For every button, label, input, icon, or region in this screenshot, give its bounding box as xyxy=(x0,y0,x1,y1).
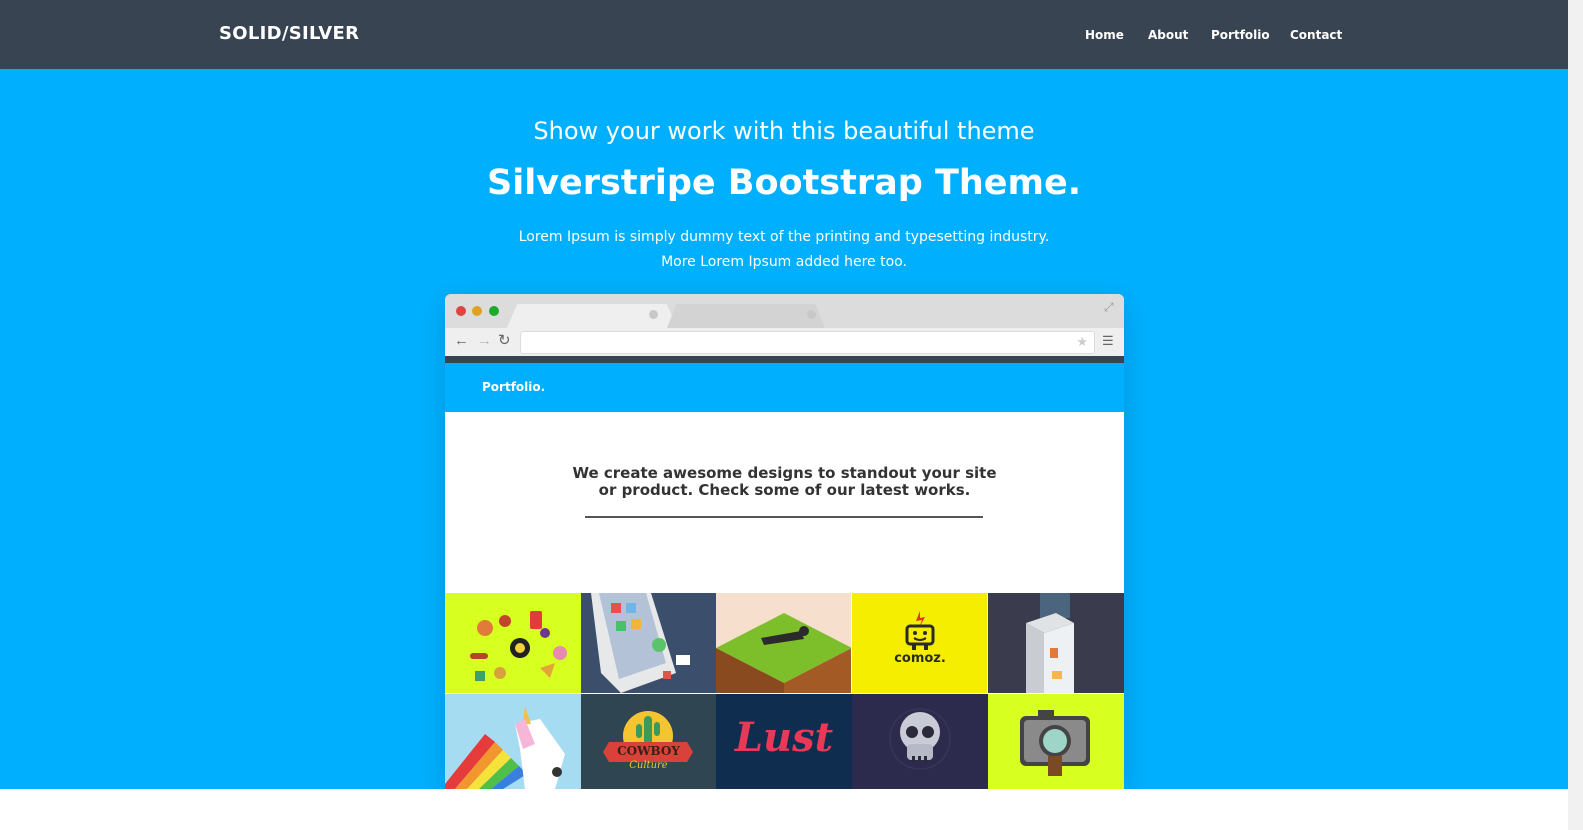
portfolio-tile-lust: Lust xyxy=(716,694,852,789)
culture-text: Culture xyxy=(629,760,668,771)
mockup-brand: Portfolio. xyxy=(482,380,546,394)
portfolio-tile-cowboy: COWBOY Culture xyxy=(581,694,716,789)
mockup-divider xyxy=(585,516,983,518)
reload-icon: ↻ xyxy=(498,332,511,349)
robot-logo-icon xyxy=(905,611,935,650)
camera-icon xyxy=(1020,710,1090,776)
mockup-intro: We create awesome designs to standout yo… xyxy=(445,412,1124,593)
hero-subtitle: Show your work with this beautiful theme xyxy=(533,117,1035,145)
tab-close-icon xyxy=(649,310,658,319)
portfolio-tile-fridge xyxy=(988,593,1124,693)
address-bar: ★ xyxy=(520,331,1095,354)
mockup-heading: We create awesome designs to standout yo… xyxy=(445,465,1124,499)
forward-arrow-icon: → xyxy=(477,332,492,349)
browser-toolbar: ← → ↻ ★ ☰ xyxy=(445,328,1124,356)
landscape-icon xyxy=(716,613,851,693)
nav-portfolio[interactable]: Portfolio xyxy=(1211,28,1270,42)
page-scrollbar[interactable] xyxy=(1568,0,1583,830)
portfolio-tile-hill xyxy=(716,593,851,693)
mockup-dark-strip xyxy=(445,356,1124,363)
cowboy-text: COWBOY xyxy=(617,744,680,758)
minimize-dot-icon xyxy=(472,306,482,316)
hero-title: Silverstripe Bootstrap Theme. xyxy=(486,163,1082,203)
cactus-badge-icon xyxy=(603,711,693,762)
mockup-navbar: Portfolio. xyxy=(445,363,1124,412)
hero-paragraph-line-2: More Lorem Ipsum added here too. xyxy=(661,254,907,270)
browser-tab-inactive xyxy=(667,304,825,328)
portfolio-tile-skull xyxy=(852,694,988,789)
maximize-dot-icon xyxy=(489,306,499,316)
tab-close-icon xyxy=(807,310,816,319)
nav-home[interactable]: Home xyxy=(1085,28,1124,42)
top-navbar: SOLID/SILVER Home About Portfolio Contac… xyxy=(0,0,1568,69)
portfolio-tile-comoz: comoz. xyxy=(852,593,987,693)
back-arrow-icon: ← xyxy=(454,332,469,349)
unicorn-icon xyxy=(445,706,565,789)
browser-tab-active xyxy=(507,304,677,328)
nav-contact[interactable]: Contact xyxy=(1290,28,1342,42)
nav-about[interactable]: About xyxy=(1148,28,1188,42)
mockup-heading-line-2: or product. Check some of our latest wor… xyxy=(598,481,971,499)
browser-tab-bar: ⤢ xyxy=(445,294,1124,328)
portfolio-tile-food xyxy=(445,593,581,693)
portfolio-grid: comoz. COWBOY Culture Lust xyxy=(445,593,1124,789)
refrigerator-icon xyxy=(1026,593,1074,693)
portfolio-tile-unicorn xyxy=(445,694,581,789)
lust-script-text: Lust xyxy=(734,714,834,761)
close-dot-icon xyxy=(456,306,466,316)
comoz-logo-text: comoz. xyxy=(894,651,946,666)
skull-icon xyxy=(889,708,951,770)
portfolio-tile-camera xyxy=(988,694,1124,789)
portfolio-tile-phone xyxy=(581,593,716,693)
hero-section: Show your work with this beautiful theme… xyxy=(0,69,1568,789)
hero-paragraph-line-1: Lorem Ipsum is simply dummy text of the … xyxy=(518,229,1050,245)
smartphone-icon xyxy=(591,593,690,693)
mockup-heading-line-1: We create awesome designs to standout yo… xyxy=(572,464,997,482)
expand-icon: ⤢ xyxy=(1104,300,1114,314)
star-icon: ★ xyxy=(1076,334,1088,349)
site-brand-logo[interactable]: SOLID/SILVER xyxy=(219,23,359,44)
menu-icon: ☰ xyxy=(1102,333,1114,348)
browser-mockup: ⤢ ← → ↻ ★ ☰ Portfolio. We create awesome… xyxy=(445,294,1124,789)
food-illustration-icon xyxy=(470,611,567,681)
